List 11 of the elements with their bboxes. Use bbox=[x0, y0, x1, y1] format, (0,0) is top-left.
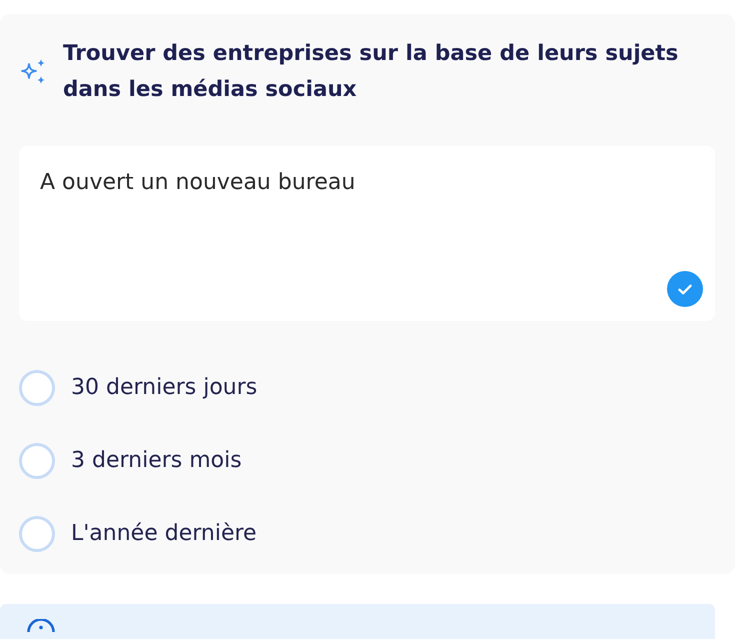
topic-field[interactable]: A ouvert un nouveau bureau bbox=[19, 146, 715, 321]
confirm-button[interactable] bbox=[667, 271, 703, 307]
option-label[interactable]: 30 derniers jours bbox=[71, 375, 258, 401]
option-label[interactable]: L'année dernière bbox=[71, 521, 257, 547]
check-icon bbox=[678, 284, 692, 294]
card-title: Trouver des entreprises sur la base de leurs sujets dans les médias sociaux bbox=[63, 40, 680, 104]
radio-button[interactable] bbox=[19, 443, 55, 479]
info-icon bbox=[27, 619, 55, 632]
option-label[interactable]: 3 derniers mois bbox=[71, 448, 242, 474]
radio-button[interactable] bbox=[19, 516, 55, 552]
radio-button[interactable] bbox=[19, 370, 55, 406]
